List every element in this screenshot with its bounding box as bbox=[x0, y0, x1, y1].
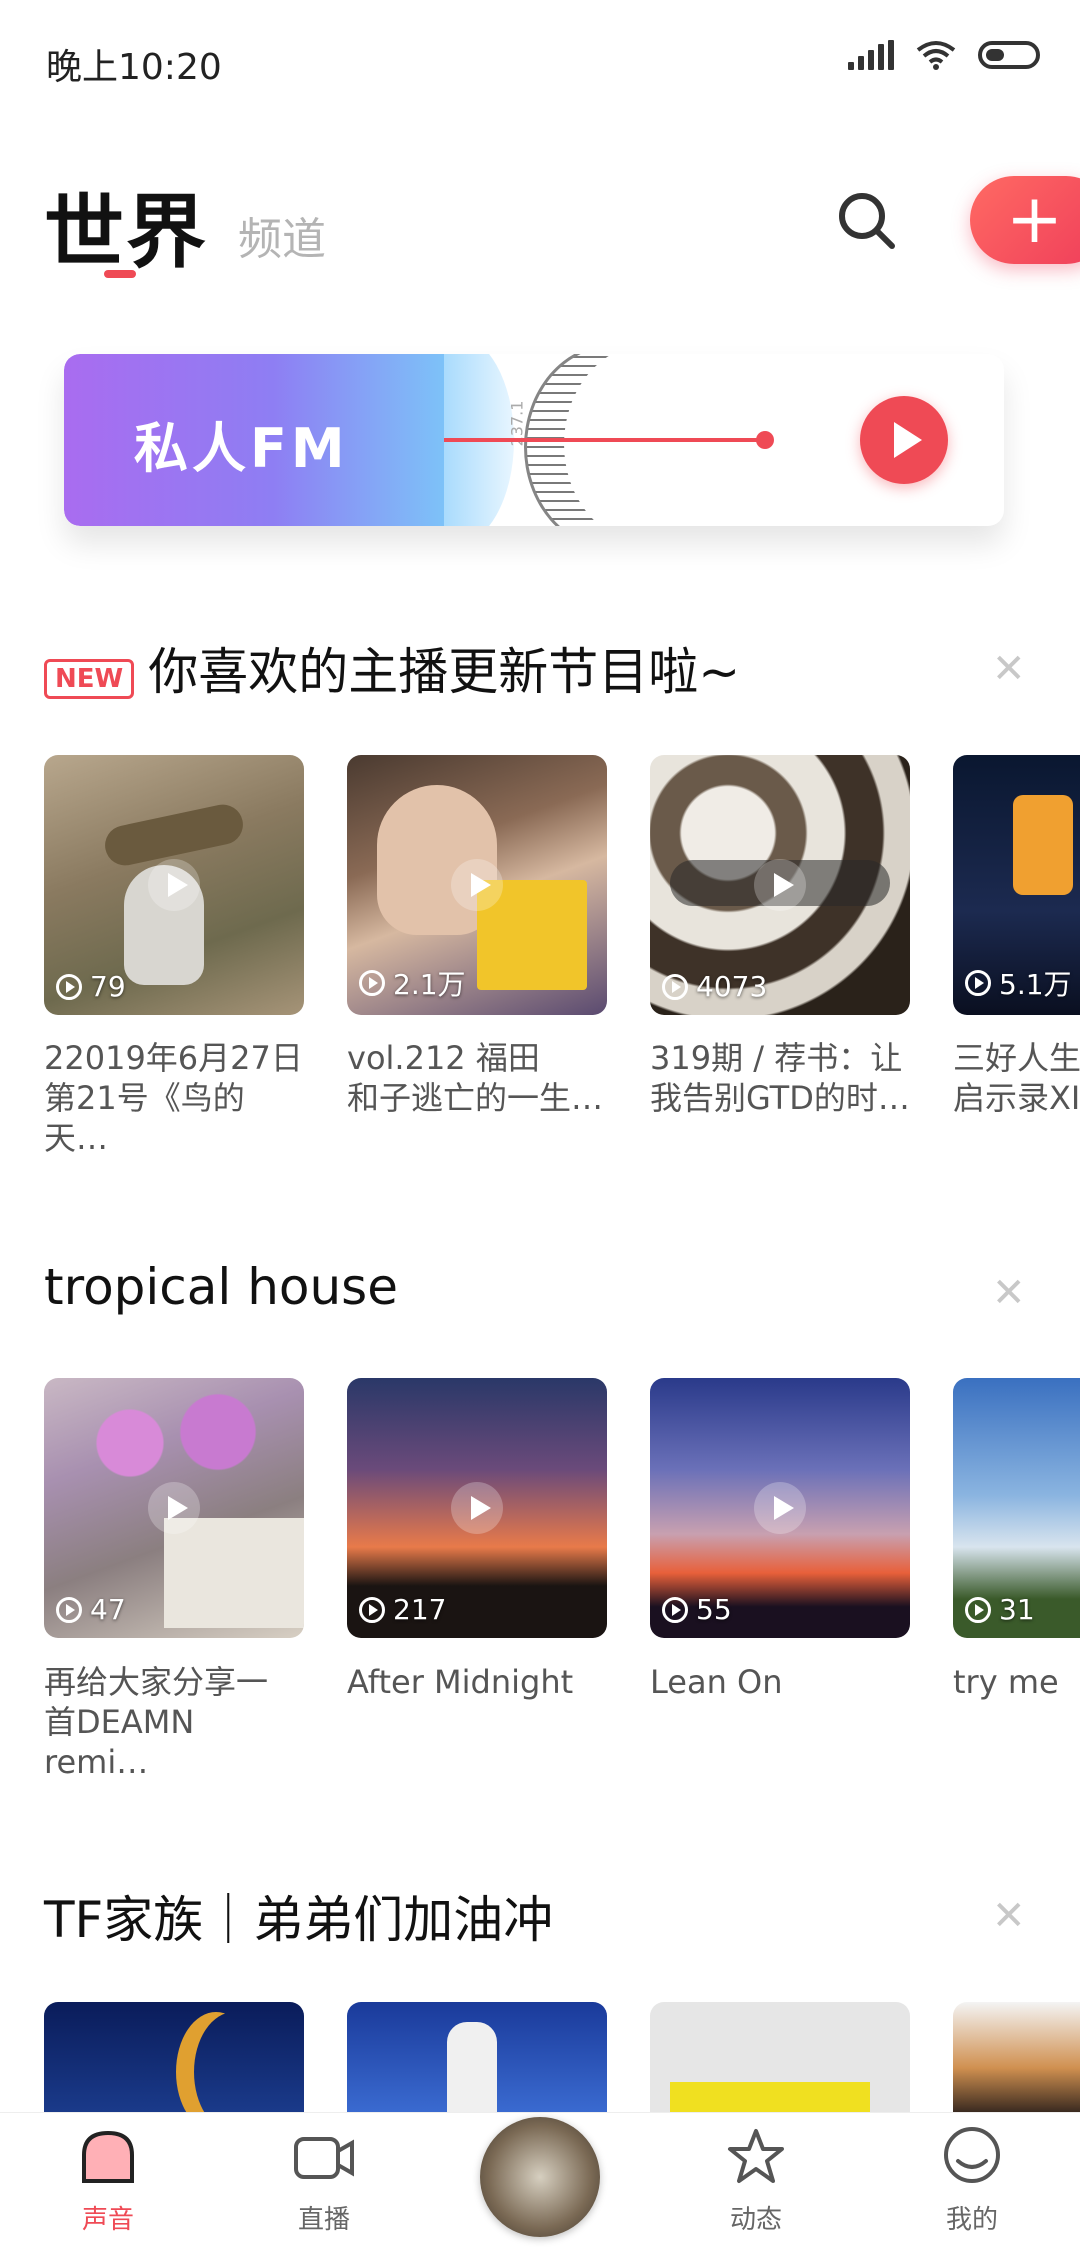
play-count-value: 217 bbox=[393, 1593, 447, 1626]
thumb-logo-band bbox=[670, 2082, 870, 2112]
play-count-value: 2.1万 bbox=[393, 968, 466, 1001]
play-icon bbox=[754, 859, 806, 911]
status-time: 晚上10:20 bbox=[46, 47, 222, 88]
program-caption[interactable]: 319期 / 荐书：让 我告别GTD的时… bbox=[650, 1038, 912, 1118]
play-count-value: 79 bbox=[90, 970, 126, 1003]
nav-label: 我的 bbox=[945, 2205, 998, 2235]
play-count-icon bbox=[359, 1596, 385, 1623]
star-icon bbox=[728, 2129, 784, 2183]
fm-label: 私人FM bbox=[134, 417, 349, 480]
section-title: tropical house bbox=[44, 1258, 398, 1316]
play-count: 217 bbox=[359, 1593, 446, 1626]
play-count: 47 bbox=[56, 1593, 126, 1626]
playlist-caption[interactable]: Lean On bbox=[650, 1662, 912, 1702]
play-count: 5.1万 bbox=[965, 963, 1072, 1003]
play-count-value: 55 bbox=[696, 1593, 732, 1626]
fm-tuner-knob bbox=[756, 431, 774, 449]
play-count: 55 bbox=[662, 1593, 732, 1626]
profile-icon bbox=[944, 2127, 1000, 2183]
play-count-icon bbox=[965, 970, 991, 996]
play-count-icon bbox=[359, 970, 385, 996]
program-caption[interactable]: vol.212 福田 和子逃亡的一生… bbox=[347, 1038, 609, 1118]
section-title: TF家族｜弟弟们加油冲 bbox=[44, 1891, 554, 1949]
play-count: 2.1万 bbox=[359, 963, 466, 1003]
nav-item-live[interactable]: 直播 bbox=[254, 2125, 394, 2236]
play-icon bbox=[148, 859, 200, 911]
program-caption[interactable]: 22019年6月27日 第21号《鸟的天… bbox=[44, 1038, 306, 1158]
close-icon[interactable]: ✕ bbox=[992, 1893, 1026, 1939]
wifi-icon bbox=[916, 41, 956, 70]
playlist-caption[interactable]: 再给大家分享一 首DEAMN remi… bbox=[44, 1662, 306, 1782]
nav-item-me[interactable]: 我的 bbox=[902, 2125, 1042, 2236]
plus-icon: + bbox=[1006, 180, 1063, 259]
playlist-card-thumb[interactable]: 55 bbox=[650, 1378, 910, 1638]
play-icon bbox=[451, 1482, 503, 1534]
play-count: 79 bbox=[56, 970, 126, 1003]
nav-label: 直播 bbox=[297, 2205, 350, 2235]
nav-label: 声音 bbox=[81, 2205, 134, 2235]
play-count: 31 bbox=[965, 1593, 1035, 1626]
nav-item-sound[interactable]: 声音 bbox=[38, 2125, 178, 2236]
play-count-value: 31 bbox=[999, 1593, 1035, 1626]
play-count-icon bbox=[662, 1596, 688, 1623]
close-icon[interactable]: ✕ bbox=[992, 646, 1026, 692]
play-count-value: 47 bbox=[90, 1593, 126, 1626]
bottom-nav: 声音 直播 动态 我的 bbox=[0, 2112, 1080, 2249]
play-count-icon bbox=[56, 973, 82, 1000]
now-playing-disc-icon[interactable] bbox=[480, 2117, 600, 2237]
private-fm-banner[interactable]: 私人FM 237.1 bbox=[64, 354, 1004, 526]
program-caption[interactable]: 三好人生 启示录XI bbox=[953, 1038, 1080, 1118]
page-title[interactable]: 世界 bbox=[44, 168, 208, 284]
playlist-card-thumb[interactable] bbox=[953, 2002, 1080, 2112]
thumb-moon bbox=[194, 2012, 274, 2112]
play-icon bbox=[148, 1482, 200, 1534]
close-icon[interactable]: ✕ bbox=[992, 1270, 1026, 1316]
playlist-card-thumb[interactable]: 47 bbox=[44, 1378, 304, 1638]
video-camera-icon bbox=[294, 2137, 354, 2179]
create-button[interactable]: + bbox=[970, 176, 1080, 264]
play-count-value: 4073 bbox=[696, 970, 768, 1003]
playlist-caption[interactable]: try me bbox=[953, 1662, 1080, 1702]
play-icon bbox=[451, 859, 503, 911]
playlist-card-thumb[interactable]: 217 bbox=[347, 1378, 607, 1638]
section-header-new: NEW 你喜欢的主播更新节目啦~ bbox=[44, 632, 740, 705]
program-card-thumb[interactable]: 79 bbox=[44, 755, 304, 1015]
search-icon[interactable] bbox=[832, 186, 902, 256]
program-card-thumb[interactable]: 2.1万 bbox=[347, 755, 607, 1015]
play-count: 4073 bbox=[662, 970, 767, 1003]
thumb-figure bbox=[1013, 795, 1073, 895]
program-card-thumb[interactable]: 5.1万 bbox=[953, 755, 1080, 1015]
play-count-value: 5.1万 bbox=[999, 968, 1072, 1001]
status-icons bbox=[848, 40, 1040, 70]
playlist-card-thumb[interactable]: 31 bbox=[953, 1378, 1080, 1638]
play-count-icon bbox=[965, 1596, 991, 1623]
program-card-thumb[interactable]: 4073 bbox=[650, 755, 910, 1015]
fm-play-button[interactable] bbox=[860, 396, 948, 484]
playlist-card-thumb[interactable] bbox=[44, 2002, 304, 2112]
nav-item-feed[interactable]: 动态 bbox=[686, 2125, 826, 2236]
fm-tuner-line bbox=[444, 438, 764, 442]
play-count-icon bbox=[56, 1596, 82, 1623]
battery-icon bbox=[978, 41, 1040, 69]
playlist-card-thumb[interactable] bbox=[347, 2002, 607, 2112]
playlist-card-thumb[interactable] bbox=[650, 2002, 910, 2112]
play-icon bbox=[754, 1482, 806, 1534]
title-active-indicator bbox=[104, 270, 136, 278]
thumb-figure bbox=[447, 2022, 497, 2112]
home-sound-icon bbox=[82, 2130, 134, 2183]
playlist-caption[interactable]: After Midnight bbox=[347, 1662, 609, 1702]
signal-icon bbox=[848, 40, 894, 70]
new-badge: NEW bbox=[44, 658, 135, 699]
section-title: 你喜欢的主播更新节目啦~ bbox=[148, 643, 741, 701]
thumb-book bbox=[164, 1518, 304, 1628]
nav-label: 动态 bbox=[729, 2205, 782, 2235]
play-count-icon bbox=[662, 973, 688, 1000]
tab-channels[interactable]: 频道 bbox=[238, 203, 326, 267]
